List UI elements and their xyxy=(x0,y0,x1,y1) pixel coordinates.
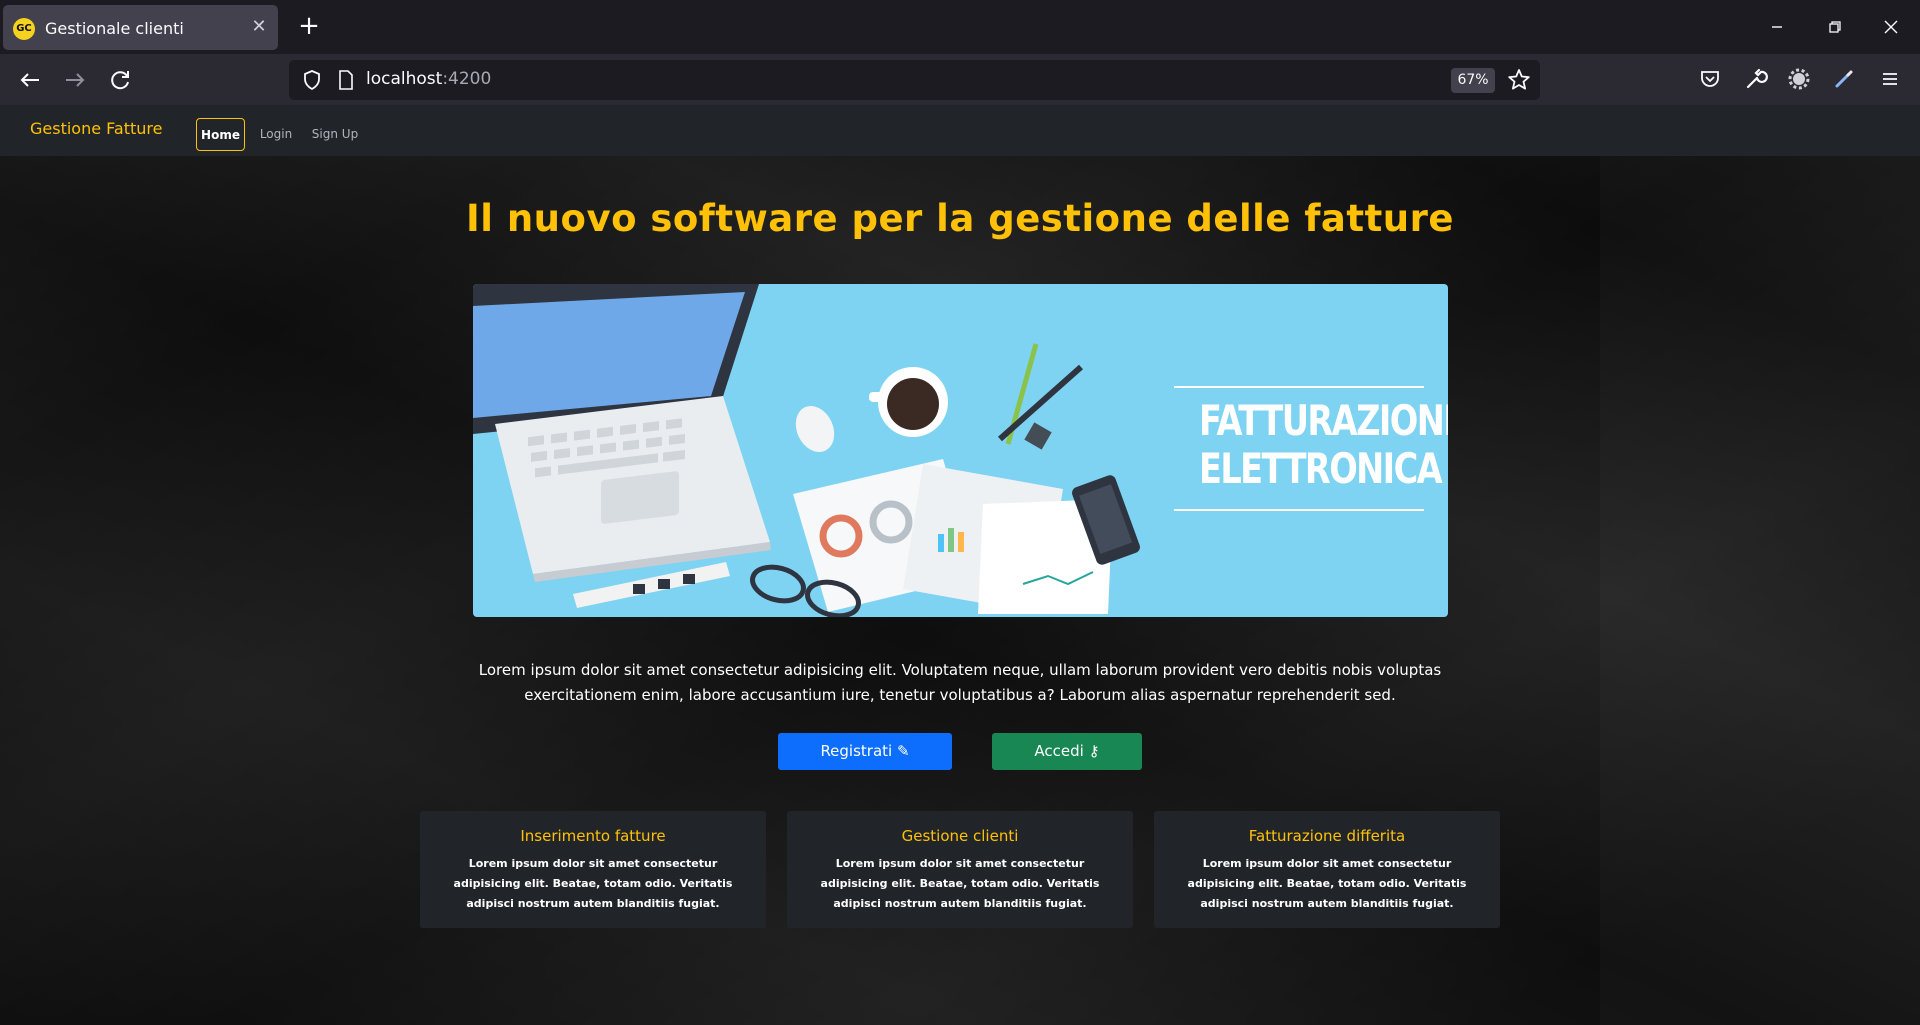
favicon-icon: GC xyxy=(13,18,35,40)
url-port: :4200 xyxy=(442,69,492,89)
banner-rule-bottom xyxy=(1174,509,1424,511)
wrench-icon[interactable] xyxy=(1740,64,1770,94)
login-button[interactable]: Accedi ⚷ xyxy=(992,733,1142,770)
lead-paragraph: Lorem ipsum dolor sit amet consectetur a… xyxy=(478,661,1442,704)
new-tab-button[interactable]: + xyxy=(293,11,325,43)
reload-icon[interactable] xyxy=(103,63,137,97)
close-window-icon[interactable] xyxy=(1878,14,1904,40)
card-title: Fatturazione differita xyxy=(1248,827,1406,845)
page-info-icon[interactable] xyxy=(337,70,355,90)
banner-text-line1: FATTURAZIONE xyxy=(1199,396,1448,445)
feature-card: Inserimento fatture Lorem ipsum dolor si… xyxy=(420,811,766,928)
banner-text-line2: ELETTRONICA xyxy=(1199,444,1443,493)
hamburger-menu-icon[interactable] xyxy=(1875,64,1905,94)
feature-card: Fatturazione differita Lorem ipsum dolor… xyxy=(1154,811,1500,928)
nav-link-home[interactable]: Home xyxy=(196,118,245,151)
extension-gear-icon[interactable] xyxy=(1784,64,1814,94)
address-bar[interactable]: localhost:4200 67% xyxy=(289,60,1540,100)
hero-banner-image: FATTURAZIONE ELETTRONICA xyxy=(473,284,1448,617)
nav-link-login[interactable]: Login xyxy=(255,118,297,151)
color-picker-icon[interactable] xyxy=(1829,64,1859,94)
card-title: Gestione clienti xyxy=(901,827,1019,845)
bookmark-star-icon[interactable] xyxy=(1505,66,1533,94)
url-host: localhost xyxy=(366,69,443,89)
minimize-icon[interactable] xyxy=(1764,14,1790,40)
hero-title: Il nuovo software per la gestione delle … xyxy=(466,197,1454,240)
background-shade xyxy=(1600,156,1920,1025)
card-text: Lorem ipsum dolor sit amet consectetur a… xyxy=(453,857,733,910)
back-arrow-icon[interactable] xyxy=(13,63,47,97)
feature-card: Gestione clienti Lorem ipsum dolor sit a… xyxy=(787,811,1133,928)
site-navbar: Gestione Fatture Home Login Sign Up xyxy=(0,105,1920,156)
register-button[interactable]: Registrati ✎ xyxy=(778,733,952,770)
tab-title: Gestionale clienti xyxy=(45,19,184,38)
zoom-level-badge[interactable]: 67% xyxy=(1451,68,1495,93)
forward-arrow-icon[interactable] xyxy=(58,63,92,97)
pocket-icon[interactable] xyxy=(1695,64,1725,94)
close-tab-icon[interactable]: ✕ xyxy=(248,16,270,38)
card-text: Lorem ipsum dolor sit amet consectetur a… xyxy=(1187,857,1467,910)
card-title: Inserimento fatture xyxy=(520,827,666,845)
card-text: Lorem ipsum dolor sit amet consectetur a… xyxy=(820,857,1100,910)
browser-tab-active[interactable]: GC Gestionale clienti ✕ xyxy=(3,5,278,50)
site-brand[interactable]: Gestione Fatture xyxy=(30,119,162,138)
url-text: localhost:4200 xyxy=(366,69,491,89)
page-viewport: Gestione Fatture Home Login Sign Up Il n… xyxy=(0,105,1920,1025)
tracking-shield-icon[interactable] xyxy=(301,69,323,91)
browser-tab-strip: GC Gestionale clienti ✕ + xyxy=(0,0,1920,54)
restore-icon[interactable] xyxy=(1822,14,1848,40)
nav-link-signup[interactable]: Sign Up xyxy=(307,118,363,151)
banner-rule-top xyxy=(1174,386,1424,388)
